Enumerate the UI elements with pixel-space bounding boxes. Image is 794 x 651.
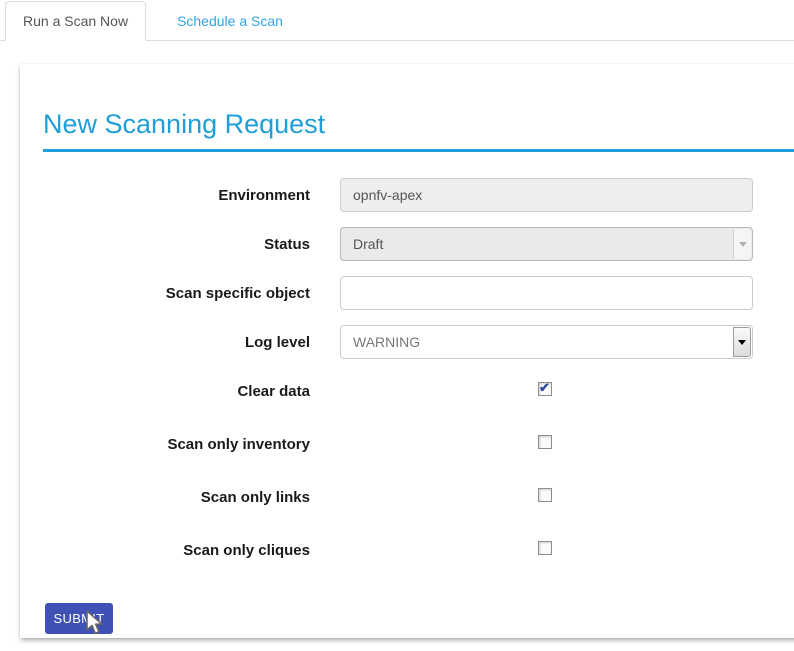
row-environment: Environment <box>20 178 794 212</box>
row-clear-data: Clear data ✔ <box>20 374 794 408</box>
status-select: Draft <box>340 227 753 261</box>
scan-only-inventory-label: Scan only inventory <box>20 436 310 453</box>
log-level-select-value: WARNING <box>341 334 420 350</box>
new-scan-form: Environment Status Draft Scan specific o… <box>20 178 794 634</box>
scan-specific-object-label: Scan specific object <box>20 285 310 302</box>
environment-label: Environment <box>20 187 310 204</box>
log-level-select[interactable]: WARNING <box>340 325 753 359</box>
page-title: New Scanning Request <box>43 108 794 152</box>
submit-button[interactable]: SUBMIT <box>45 603 113 634</box>
tab-schedule-a-scan[interactable]: Schedule a Scan <box>160 2 300 40</box>
environment-input <box>340 178 753 212</box>
status-label: Status <box>20 236 310 253</box>
scan-only-inventory-checkbox[interactable]: ✔ <box>538 435 552 449</box>
row-scan-specific-object: Scan specific object <box>20 276 794 310</box>
scan-only-links-checkbox[interactable]: ✔ <box>538 488 552 502</box>
check-icon: ✔ <box>539 381 550 395</box>
scan-only-cliques-label: Scan only cliques <box>20 542 310 559</box>
clear-data-label: Clear data <box>20 383 310 400</box>
scan-only-links-label: Scan only links <box>20 489 310 506</box>
row-status: Status Draft <box>20 227 794 261</box>
row-log-level: Log level WARNING <box>20 325 794 359</box>
tab-bar: Run a Scan Now Schedule a Scan <box>0 0 794 41</box>
tab-run-a-scan-now[interactable]: Run a Scan Now <box>5 1 146 41</box>
chevron-down-icon[interactable] <box>733 327 751 357</box>
scan-only-cliques-checkbox[interactable]: ✔ <box>538 541 552 555</box>
status-select-value: Draft <box>341 236 383 252</box>
scan-specific-object-input[interactable] <box>340 276 753 310</box>
row-scan-only-inventory: Scan only inventory ✔ <box>20 427 794 461</box>
row-scan-only-links: Scan only links ✔ <box>20 480 794 514</box>
log-level-label: Log level <box>20 334 310 351</box>
clear-data-checkbox[interactable]: ✔ <box>538 382 552 396</box>
chevron-down-icon <box>733 229 751 259</box>
row-scan-only-cliques: Scan only cliques ✔ <box>20 533 794 567</box>
new-scan-panel: New Scanning Request Environment Status … <box>20 64 794 638</box>
